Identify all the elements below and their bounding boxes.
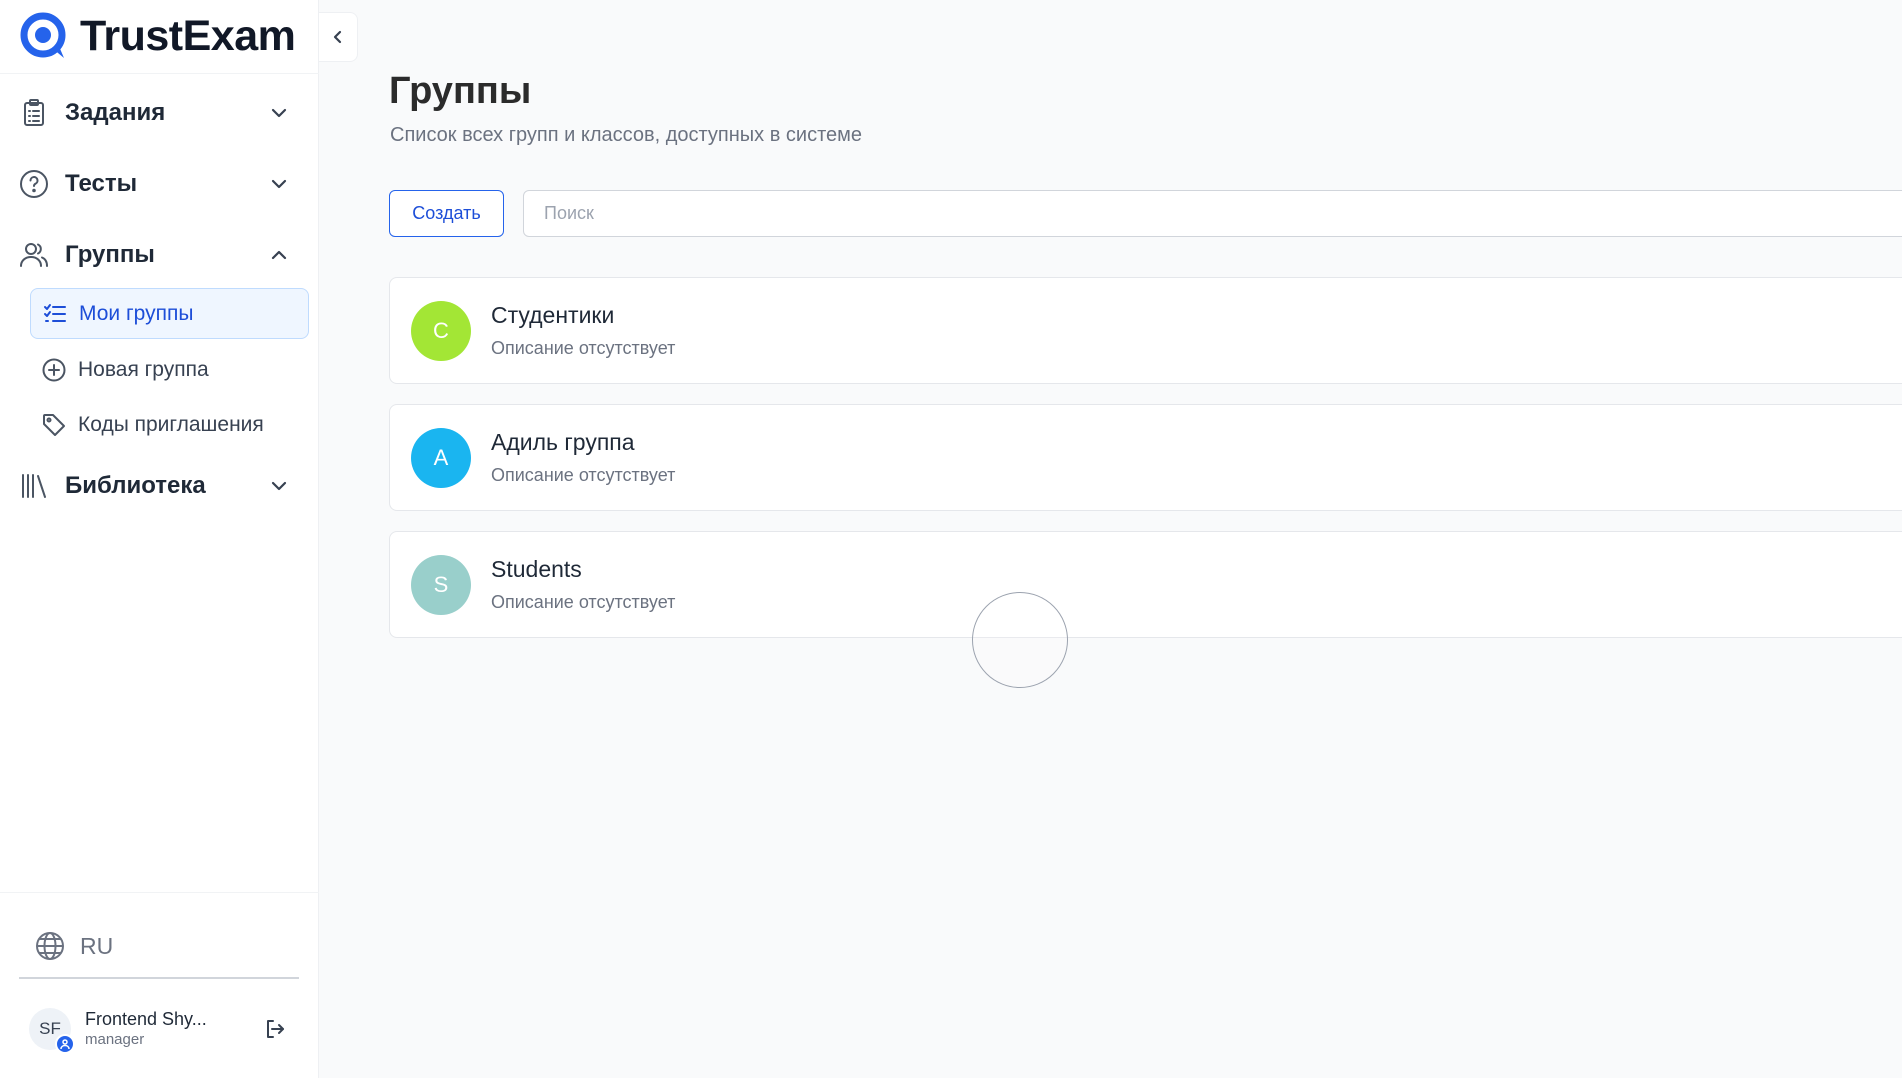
tag-icon [41,412,67,438]
nav-group-tasks-label: Задания [65,99,166,126]
chevron-up-icon [266,242,292,268]
sidebar-item-invite-codes[interactable]: Коды приглашения [30,399,309,450]
group-text: Students Описание отсутствует [491,554,675,616]
sidebar-item-new-group[interactable]: Новая группа [30,344,309,395]
group-name: Студентики [491,301,615,328]
nav-group-library-label: Библиотека [65,472,206,499]
group-card[interactable]: А Адиль группа Описание отсутствует [389,404,1902,511]
sidebar: TrustExam Задания Тесты Группы Мои групп… [0,0,319,1078]
group-text: Студентики Описание отсутствует [491,300,675,362]
nav-group-tests[interactable]: Тесты [18,157,300,211]
sidebar-item-my-groups[interactable]: Мои группы [30,288,309,339]
users-icon [18,239,50,271]
logo-divider [0,73,319,74]
sidebar-bottom-divider [0,892,319,893]
page-title: Группы [389,70,532,112]
sidebar-item-new-group-label: Новая группа [78,357,209,381]
question-circle-icon [18,168,50,200]
group-description: Описание отсутствует [491,464,676,485]
user-name: Frontend Shy... [85,1009,207,1029]
group-avatar: А [411,427,471,488]
sidebar-item-my-groups-label: Мои группы [79,301,194,325]
group-card[interactable]: S Students Описание отсутствует [389,531,1902,638]
user-divider [19,977,299,979]
chevron-down-icon [266,473,292,499]
user-role: manager [85,1031,145,1048]
clipboard-icon [18,97,50,129]
user-info: Frontend Shy... manager [85,1008,263,1050]
group-avatar: S [411,554,471,615]
language-switcher[interactable]: RU [34,929,113,963]
avatar[interactable]: SF [29,1008,75,1054]
user-profile: SF Frontend Shy... manager [29,1006,291,1054]
nav-group-library[interactable]: Библиотека [18,459,300,513]
nav-group-tests-label: Тесты [65,170,138,197]
collapse-sidebar-button[interactable] [319,12,358,62]
group-avatar: С [411,300,471,361]
logo-text: TrustExam [80,11,296,60]
nav-group-groups[interactable]: Группы [18,228,300,282]
nav-group-tasks[interactable]: Задания [18,86,300,140]
language-label: RU [80,932,114,959]
app-logo[interactable]: TrustExam [18,8,296,64]
page-subtitle: Список всех групп и классов, доступных в… [390,124,863,146]
chevron-down-icon [266,100,292,126]
chevron-down-icon [266,171,292,197]
search-input[interactable] [523,190,1902,237]
group-text: Адиль группа Описание отсутствует [491,427,675,489]
group-description: Описание отсутствует [491,337,676,358]
group-name: Students [491,555,582,582]
sidebar-item-invite-codes-label: Коды приглашения [78,412,264,436]
group-description: Описание отсутствует [491,591,676,612]
globe-icon [34,930,66,962]
plus-circle-icon [41,357,67,383]
group-card[interactable]: С Студентики Описание отсутствует [389,277,1902,384]
create-button[interactable]: Создать [389,190,504,237]
library-icon [18,470,50,502]
logo-icon [18,10,70,62]
group-name: Адиль группа [491,428,635,455]
logout-icon[interactable] [263,1017,287,1041]
checklist-icon [42,301,68,327]
user-badge-icon [55,1034,75,1054]
nav-group-groups-label: Группы [65,241,155,268]
chevron-left-icon [329,28,347,46]
